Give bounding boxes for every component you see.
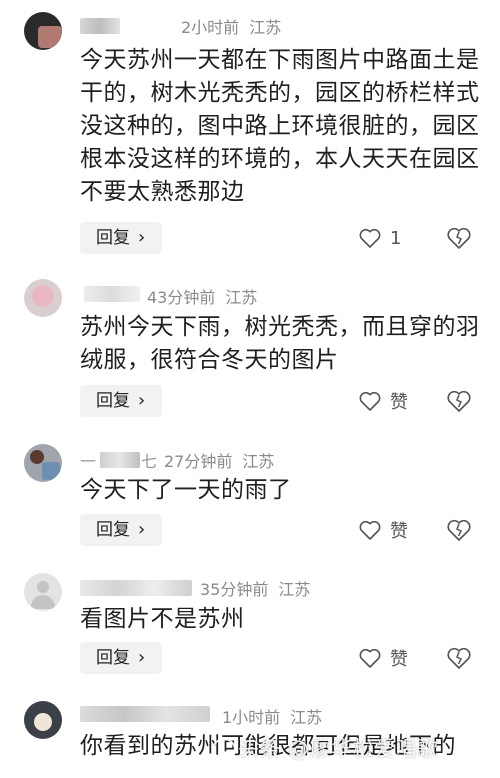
reply-button[interactable]: 回复 › — [80, 385, 162, 417]
reply-label: 回复 — [96, 648, 130, 668]
comment-time: 2小时前 — [181, 18, 240, 37]
comment-location: 江苏 — [278, 580, 311, 599]
heart-outline-icon — [359, 520, 381, 540]
reply-button[interactable]: 回复 › — [80, 514, 162, 546]
broken-heart-icon[interactable] — [445, 516, 473, 544]
username-last-char: 七 — [141, 452, 158, 471]
heart-outline-icon — [359, 648, 381, 668]
watermark-logo-icon — [212, 738, 236, 762]
like-label: 赞 — [390, 521, 408, 542]
comment-text: 苏州今天下雨，树光秃秃，而且穿的羽绒服，很符合冬天的图片 — [80, 314, 480, 373]
username-partial[interactable]: 一 — [80, 448, 96, 472]
comment-meta: 2小时前 江苏 — [181, 14, 281, 38]
broken-heart-icon[interactable] — [445, 224, 473, 252]
avatar[interactable] — [24, 701, 62, 739]
like-label: 赞 — [390, 649, 408, 670]
like-button[interactable]: 1 — [358, 224, 401, 252]
comment-text: 看图片不是苏州 — [80, 606, 245, 632]
reply-button[interactable]: 回复 › — [80, 222, 162, 254]
comment-meta: 27分钟前 江苏 — [164, 448, 274, 472]
username-redacted[interactable] — [80, 580, 192, 596]
chevron-right-icon: › — [138, 519, 146, 540]
comment-time: 27分钟前 — [164, 452, 233, 471]
like-label: 赞 — [390, 392, 408, 413]
reply-label: 回复 — [96, 520, 130, 540]
like-button[interactable]: 赞 — [358, 644, 408, 672]
heart-outline-icon — [359, 228, 381, 248]
chevron-right-icon: › — [138, 647, 146, 668]
comment-location: 江苏 — [225, 288, 258, 307]
watermark: 头条 @廖华松爱唱歌 — [238, 737, 439, 761]
comment-time: 1小时前 — [222, 708, 281, 727]
like-button[interactable]: 赞 — [358, 516, 408, 544]
username-redacted[interactable] — [80, 18, 120, 34]
username-redacted[interactable] — [100, 452, 140, 468]
avatar[interactable] — [24, 573, 62, 611]
broken-heart-icon[interactable] — [445, 644, 473, 672]
comment-text: 今天苏州一天都在下雨图片中路面土是干的，树木光秃秃的，园区的桥栏样式没这种的，图… — [80, 47, 480, 205]
comment-location: 江苏 — [242, 452, 275, 471]
heart-outline-icon — [359, 391, 381, 411]
comment-time: 43分钟前 — [147, 288, 216, 307]
username-redacted[interactable] — [84, 286, 140, 302]
comment-time: 35分钟前 — [200, 580, 269, 599]
comment-meta: 1小时前 江苏 — [222, 704, 322, 728]
like-count: 1 — [390, 227, 402, 249]
avatar[interactable] — [24, 444, 62, 482]
username-redacted[interactable] — [80, 706, 210, 722]
chevron-right-icon: › — [138, 227, 146, 248]
avatar[interactable] — [24, 279, 62, 317]
comment-location: 江苏 — [290, 708, 323, 727]
username-partial-tail: 七 — [141, 448, 157, 472]
reply-label: 回复 — [96, 228, 130, 248]
chevron-right-icon: › — [138, 390, 146, 411]
broken-heart-icon[interactable] — [445, 387, 473, 415]
reply-button[interactable]: 回复 › — [80, 642, 162, 674]
like-button[interactable]: 赞 — [358, 387, 408, 415]
comment-text: 今天下了一天的雨了 — [80, 477, 292, 503]
comment-meta: 35分钟前 江苏 — [200, 576, 310, 600]
comment-location: 江苏 — [249, 18, 282, 37]
avatar[interactable] — [24, 12, 62, 50]
username-first-char: 一 — [80, 452, 97, 471]
comment-meta: 43分钟前 江苏 — [147, 284, 257, 308]
reply-label: 回复 — [96, 391, 130, 411]
